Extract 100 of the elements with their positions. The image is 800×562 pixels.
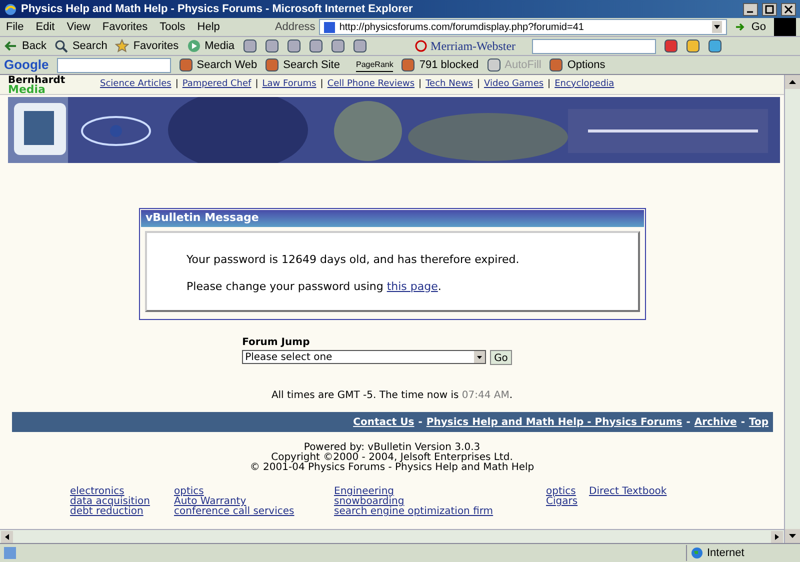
search-icon	[54, 39, 68, 53]
ad-link[interactable]: conference call services	[174, 507, 334, 517]
google-search-field[interactable]	[56, 58, 171, 72]
site-link[interactable]: Science Articles	[100, 78, 172, 91]
expiry-message: Your password is 12649 days old, and has therefore expired.	[186, 252, 520, 268]
toolbar-icon[interactable]	[352, 39, 367, 53]
dropdown-caret-icon[interactable]	[474, 351, 486, 363]
menu-item[interactable]: Favorites	[96, 18, 154, 36]
credit-line: Copyright ©2000 - 2004, Jelsoft Enterprises Ltd.	[271, 453, 513, 463]
ring-icon	[414, 40, 427, 52]
minimize-icon[interactable]	[743, 2, 758, 16]
toolbar-icon[interactable]	[401, 58, 416, 72]
security-zone: Internet	[707, 546, 744, 561]
toolbar-button[interactable]: Favorites	[115, 38, 179, 54]
menu-item[interactable]: Tools	[154, 18, 192, 36]
footer-link[interactable]: Contact Us	[353, 414, 414, 430]
footer-link[interactable]: Top	[748, 414, 768, 430]
link-separator: -	[418, 416, 422, 430]
ad-link[interactable]: Cigars	[546, 497, 589, 507]
back-arrow-icon	[4, 39, 18, 53]
google-toolbar-button[interactable]: Search Site	[265, 56, 340, 74]
star-icon	[115, 39, 130, 53]
site-link[interactable]: Law Forums	[262, 78, 316, 91]
toolbar-icon[interactable]	[264, 39, 279, 53]
ad-link[interactable]: data acquisition	[70, 497, 174, 507]
browser-icon	[4, 2, 17, 16]
forum-jump-go-button[interactable]: Go	[490, 350, 512, 365]
link-separator: |	[175, 78, 178, 90]
menu-item[interactable]: File	[0, 18, 30, 36]
toolbar-icon[interactable]	[242, 39, 257, 53]
ad-link[interactable]: Engineering	[334, 487, 546, 497]
toolbar-icon[interactable]	[549, 58, 564, 72]
forum-jump-label: Forum Jump	[242, 336, 311, 350]
site-link[interactable]: Video Games	[484, 78, 544, 91]
ad-link[interactable]: optics	[174, 487, 334, 497]
dictionary-field[interactable]	[532, 38, 656, 54]
address-label: Address	[274, 20, 316, 35]
toolbar-button[interactable]: Back	[4, 38, 46, 54]
google-toolbar-button[interactable]: Options	[549, 56, 606, 74]
sponsor-logo-top: Bernhardt	[8, 76, 66, 85]
google-toolbar-button[interactable]: 791 blocked	[401, 56, 479, 74]
menu-item[interactable]: Edit	[30, 18, 61, 36]
timezone-note: All times are GMT -5. The time now is 07:44 AM.	[271, 389, 513, 403]
toolbar-button[interactable]: Search	[54, 38, 108, 54]
link-separator: |	[476, 78, 480, 90]
google-logo[interactable]: Google	[4, 55, 49, 75]
toolbar-icon[interactable]	[265, 58, 280, 72]
footer-link[interactable]: Physics Help and Math Help - Physics Forums	[426, 414, 682, 430]
change-password-message: Please change your password using this page.	[186, 278, 442, 294]
link-separator: -	[686, 416, 690, 430]
ad-link[interactable]: search engine optimization firm	[334, 507, 546, 517]
toolbar-icon[interactable]	[286, 39, 301, 53]
this-page-link[interactable]: this page	[386, 280, 438, 292]
maximize-icon[interactable]	[762, 2, 777, 16]
toolbar-icon[interactable]	[664, 39, 678, 53]
scroll-down-icon[interactable]	[785, 529, 800, 543]
toolbar-icon[interactable]	[178, 58, 193, 72]
footer-link[interactable]: Archive	[694, 414, 737, 430]
dropdown-caret-icon[interactable]	[712, 21, 722, 33]
dictionary-button[interactable]: Merriam-Webster	[414, 37, 516, 55]
credit-line: Powered by: vBulletin Version 3.0.3	[304, 443, 480, 453]
ad-link[interactable]: debt reduction	[70, 507, 174, 517]
toolbar-icon[interactable]	[308, 39, 323, 53]
site-link[interactable]: Cell Phone Reviews	[327, 78, 415, 91]
link-separator: -	[740, 416, 745, 430]
ad-link[interactable]: Direct Textbook	[589, 487, 667, 497]
google-toolbar-button[interactable]: Search Web	[178, 56, 258, 74]
globe-icon	[691, 547, 703, 559]
toolbar-icon[interactable]	[330, 39, 345, 53]
media-icon	[186, 39, 201, 53]
scroll-up-icon[interactable]	[785, 75, 800, 89]
menu-item[interactable]: Help	[191, 18, 226, 36]
dialog-title: vBulletin Message	[140, 210, 644, 227]
toolbar-icon[interactable]	[686, 39, 700, 53]
ad-link[interactable]: optics	[546, 487, 589, 497]
link-separator: |	[320, 78, 324, 90]
link-separator: |	[418, 78, 422, 90]
vertical-scrollbar[interactable]	[784, 75, 800, 543]
menu-item[interactable]: View	[60, 18, 96, 36]
toolbar-button[interactable]: Media	[186, 38, 235, 54]
close-icon[interactable]	[781, 2, 796, 16]
pagerank-label: PageRank	[356, 58, 394, 72]
window-title: Physics Help and Math Help - Physics Forums - Microsoft Internet Explorer	[21, 2, 414, 17]
scroll-right-icon[interactable]	[771, 530, 783, 542]
go-button[interactable]: Go	[727, 18, 774, 36]
site-link[interactable]: Encyclopedia	[554, 78, 614, 91]
ad-link[interactable]: snowboarding	[334, 497, 546, 507]
sponsor-logo-bottom: Media	[8, 85, 46, 94]
ad-link[interactable]: Auto Warranty	[174, 497, 334, 507]
page-icon	[4, 547, 16, 559]
page-icon	[324, 22, 336, 32]
credit-line: © 2001-04 Physics Forums - Physics Help and Math Help	[250, 463, 534, 473]
forum-jump-select[interactable]: Please select one	[242, 350, 486, 364]
horizontal-scrollbar[interactable]	[0, 529, 784, 543]
ad-link[interactable]: electronics	[70, 487, 174, 497]
link-separator: |	[255, 78, 258, 90]
site-link[interactable]: Pampered Chef	[182, 78, 252, 91]
site-link[interactable]: Tech News	[426, 78, 473, 91]
address-field[interactable]: http://physicsforums.com/forumdisplay.php?forumid=41	[319, 19, 728, 35]
scroll-left-icon[interactable]	[1, 530, 13, 542]
